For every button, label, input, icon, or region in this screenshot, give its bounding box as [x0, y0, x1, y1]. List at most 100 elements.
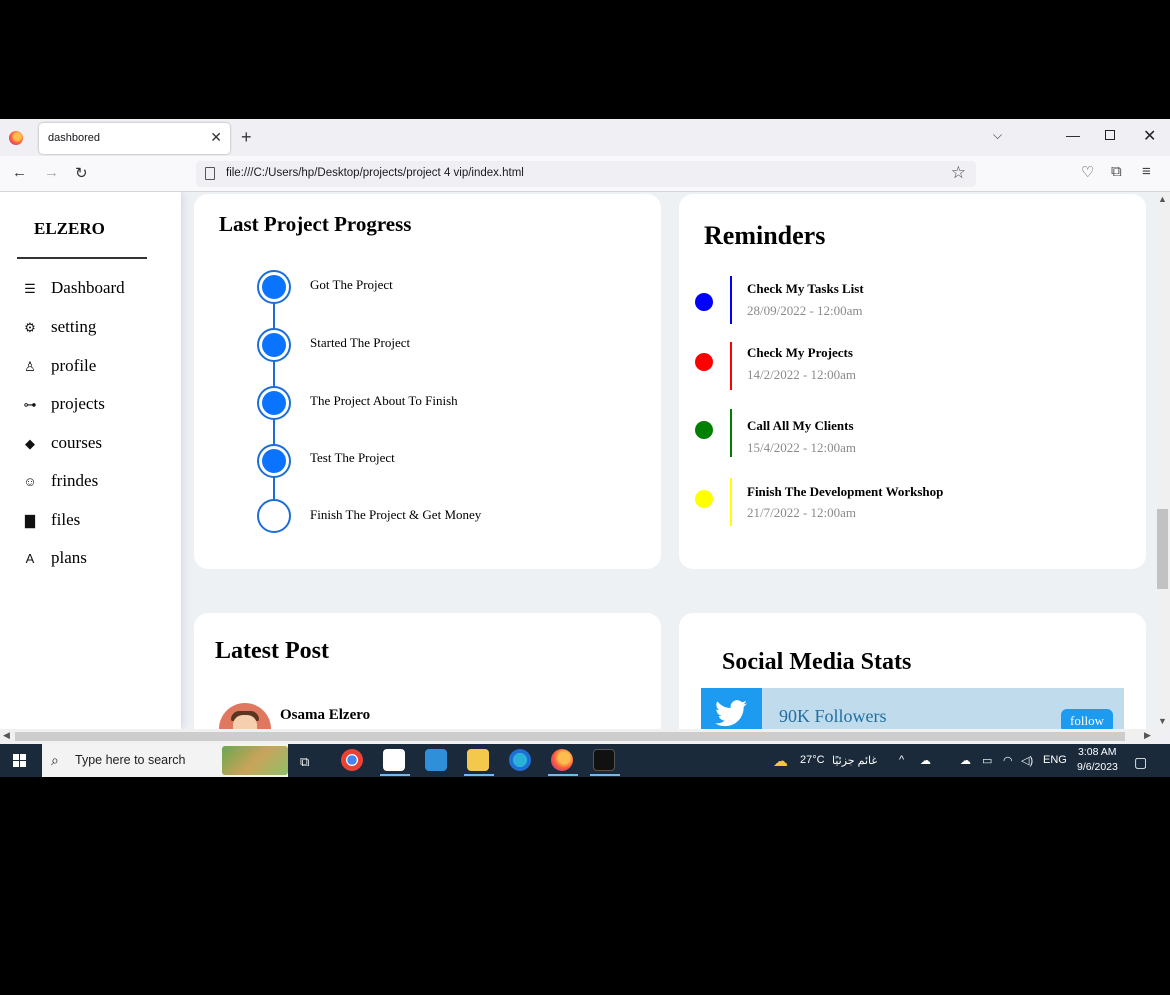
notifications-icon[interactable]: ▢: [1134, 754, 1147, 771]
close-tab-icon[interactable]: ✕: [210, 129, 222, 146]
file-explorer-icon[interactable]: [467, 749, 489, 771]
latest-post-card: Latest Post Osama Elzero: [194, 613, 661, 729]
edge-icon[interactable]: [509, 749, 531, 771]
bookmark-star-icon[interactable]: ☆: [951, 163, 966, 183]
reminders-card: Reminders Check My Tasks List 28/09/2022…: [679, 194, 1146, 569]
menu-icon[interactable]: ≡: [1142, 163, 1151, 180]
browser-navbar: ← → ↻ file:///C:/Users/hp/Desktop/projec…: [0, 156, 1170, 192]
horizontal-scroll-thumb[interactable]: [15, 732, 1125, 741]
follow-button[interactable]: follow: [1061, 709, 1113, 729]
taskbar-search[interactable]: ⌕ Type here to search: [42, 744, 288, 777]
sidebar-item-label: frindes: [51, 471, 99, 490]
twitter-followers: 90K Followers: [779, 706, 887, 726]
reminder-title: Check My Tasks List: [747, 281, 864, 296]
new-tab-button[interactable]: +: [241, 127, 252, 148]
step-pending-icon: [257, 499, 291, 533]
progress-card: Last Project Progress Got The Project St…: [194, 194, 661, 569]
firefox-taskbar-icon[interactable]: [551, 749, 573, 771]
step-label: Got The Project: [310, 277, 393, 292]
step-done-icon: [257, 270, 291, 304]
url-text[interactable]: file:///C:/Users/hp/Desktop/projects/pro…: [226, 167, 524, 179]
scroll-up-icon[interactable]: ▲: [1158, 194, 1167, 204]
clock-time[interactable]: 3:08 AM: [1078, 746, 1117, 758]
battery-icon[interactable]: ▭: [982, 754, 992, 767]
avatar[interactable]: [219, 703, 271, 729]
active-indicator: [590, 774, 620, 776]
close-window-button[interactable]: ✕: [1143, 126, 1156, 146]
reminder-dot-icon: [695, 293, 713, 311]
back-icon[interactable]: ←: [12, 164, 27, 181]
mail-icon[interactable]: [425, 749, 447, 771]
sidebar-item-label: plans: [51, 548, 87, 567]
active-indicator: [380, 774, 410, 776]
chrome-icon[interactable]: [341, 749, 363, 771]
sidebar-item-label: courses: [51, 433, 102, 452]
reminder-dot-icon: [695, 353, 713, 371]
sidebar-item-setting[interactable]: ⚙ setting: [22, 317, 172, 341]
reminder-dot-icon: [695, 421, 713, 439]
page-viewport: ELZERO ☰ Dashboard ⚙ setting ♙ profile ⊶…: [0, 192, 1155, 729]
vertical-scroll-thumb[interactable]: [1157, 509, 1168, 589]
store-icon[interactable]: [383, 749, 405, 771]
clock-date[interactable]: 9/6/2023: [1077, 761, 1118, 773]
cloud-icon[interactable]: ☁: [960, 754, 971, 767]
wifi-icon[interactable]: ◠: [1003, 754, 1013, 767]
address-bar[interactable]: file:///C:/Users/hp/Desktop/projects/pro…: [196, 161, 976, 187]
sidebar-item-label: setting: [51, 317, 97, 336]
step-done-icon: [257, 444, 291, 478]
windows-start-icon[interactable]: [13, 754, 27, 768]
reminder-bar: [730, 276, 732, 324]
reminders-title: Reminders: [704, 221, 826, 250]
firefox-icon: [9, 131, 23, 145]
sidebar-item-dashboard[interactable]: ☰ Dashboard: [22, 278, 172, 302]
extensions-icon[interactable]: ⧉: [1111, 163, 1122, 180]
reload-icon[interactable]: ↻: [75, 164, 88, 182]
task-view-icon[interactable]: ⧉: [300, 754, 309, 770]
forward-icon[interactable]: →: [44, 164, 59, 181]
latest-post-title: Latest Post: [215, 638, 329, 664]
onedrive-icon[interactable]: ☁: [920, 754, 931, 767]
sidebar-item-courses[interactable]: ◆ courses: [22, 433, 172, 457]
step-label: Test The Project: [310, 450, 395, 465]
reminder-date: 15/4/2022 - 12:00am: [747, 440, 857, 455]
sidebar-item-label: files: [51, 510, 81, 529]
weather-icon[interactable]: ☁: [773, 752, 788, 770]
chevron-up-icon[interactable]: ^: [899, 754, 904, 766]
terminal-icon[interactable]: [593, 749, 615, 771]
sidebar-item-projects[interactable]: ⊶ projects: [22, 394, 172, 418]
step-label: Finish The Project & Get Money: [310, 507, 482, 522]
social-stats-title: Social Media Stats: [722, 649, 912, 675]
search-icon: ⌕: [51, 752, 59, 768]
search-highlight-image: [222, 746, 288, 775]
sidebar-item-profile[interactable]: ♙ profile: [22, 356, 172, 380]
weather-temp[interactable]: 27°C: [800, 754, 825, 766]
scroll-left-icon[interactable]: ◀: [3, 730, 10, 741]
sidebar-item-plans[interactable]: A plans: [22, 548, 172, 572]
reminder-bar: [730, 409, 732, 457]
horizontal-scrollbar[interactable]: ◀ ▶: [0, 729, 1155, 744]
sidebar: ELZERO ☰ Dashboard ⚙ setting ♙ profile ⊶…: [0, 192, 181, 729]
step-done-icon: [257, 386, 291, 420]
volume-icon[interactable]: ◁): [1021, 754, 1033, 767]
post-author[interactable]: Osama Elzero: [280, 707, 370, 724]
reminder-bar: [730, 478, 732, 526]
scroll-right-icon[interactable]: ▶: [1144, 730, 1151, 741]
tab-list-chevron-icon[interactable]: ⌵: [993, 128, 1002, 143]
brand-divider: [17, 257, 147, 259]
restore-button[interactable]: [1105, 130, 1115, 140]
weather-text[interactable]: غائم جزئيًا: [832, 754, 877, 767]
language-indicator[interactable]: ENG: [1043, 754, 1067, 766]
graduation-cap-icon: ◆: [25, 436, 35, 451]
browser-tab[interactable]: dashbored ✕: [39, 123, 230, 154]
active-indicator: [548, 774, 578, 776]
friends-icon: ☺: [23, 474, 37, 489]
brand-title: ELZERO: [34, 219, 105, 238]
pocket-icon[interactable]: ♡: [1081, 163, 1094, 181]
progress-title: Last Project Progress: [219, 212, 412, 236]
minimize-button[interactable]: —: [1066, 127, 1080, 143]
vertical-scrollbar[interactable]: ▲ ▼: [1155, 192, 1170, 729]
sidebar-item-frindes[interactable]: ☺ frindes: [22, 471, 172, 495]
sidebar-item-label: Dashboard: [51, 278, 125, 297]
sidebar-item-files[interactable]: ▇ files: [22, 510, 172, 534]
scroll-down-icon[interactable]: ▼: [1158, 716, 1167, 726]
